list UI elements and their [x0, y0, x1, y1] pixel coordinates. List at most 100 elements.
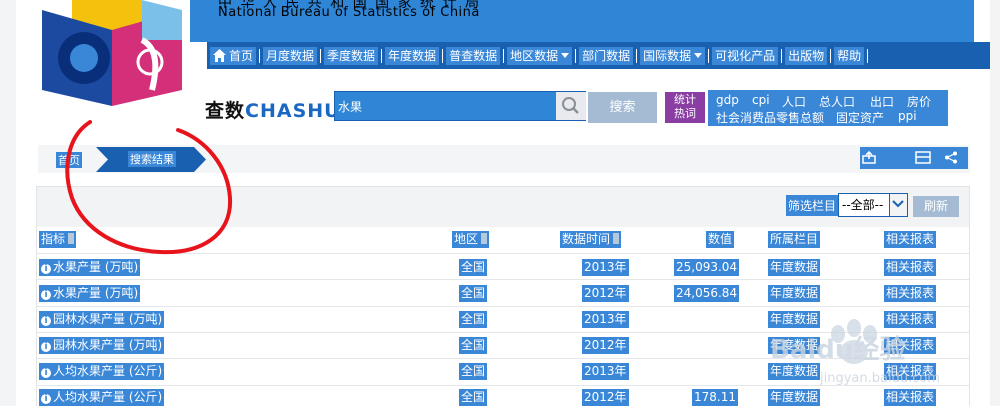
nav-census[interactable]: 普查数据: [446, 46, 501, 65]
info-icon: i: [41, 290, 51, 300]
info-icon: i: [41, 316, 51, 326]
indicator-link[interactable]: i 人均水果产量 (公斤): [39, 363, 165, 380]
nbs-cube-logo[interactable]: [42, 0, 192, 106]
header-label: 数据时间: [562, 232, 611, 246]
info-icon: i: [41, 264, 51, 274]
search-icon: [562, 97, 579, 114]
brand-cn: 查数: [205, 100, 246, 122]
table-row: [37, 253, 969, 280]
sort-icon[interactable]: [68, 233, 75, 244]
nav-annual[interactable]: 年度数据: [385, 46, 440, 65]
hotword-link[interactable]: 房价: [907, 93, 931, 110]
hotword-link[interactable]: 固定资产: [836, 109, 884, 126]
nav-quarterly[interactable]: 季度数据: [324, 46, 379, 65]
search-input[interactable]: 水果: [334, 91, 586, 121]
region-cell: 全国: [459, 311, 488, 328]
region-cell: 全国: [459, 285, 488, 302]
search-icon-button[interactable]: [556, 92, 586, 120]
column-link[interactable]: 年度数据: [768, 311, 821, 328]
nav-visualization[interactable]: 可视化产品: [712, 46, 779, 65]
export-icon[interactable]: [862, 151, 876, 164]
column-link[interactable]: 年度数据: [768, 389, 821, 406]
indicator-link[interactable]: i 园林水果产量 (万吨): [39, 337, 165, 354]
header-label: 指标: [41, 232, 66, 246]
report-link[interactable]: 相关报表: [884, 285, 937, 302]
indicator-name: 水果产量 (万吨): [53, 260, 139, 274]
share-icon[interactable]: [944, 151, 958, 164]
column-link[interactable]: 年度数据: [768, 363, 821, 380]
region-cell: 全国: [459, 337, 488, 354]
home-icon: [213, 49, 226, 62]
indicator-name: 人均水果产量 (公斤): [53, 364, 163, 378]
report-link[interactable]: 相关报表: [884, 389, 937, 406]
header-column: 所属栏目: [768, 231, 821, 248]
region-cell: 全国: [459, 259, 488, 276]
column-link[interactable]: 年度数据: [768, 259, 821, 276]
header-time[interactable]: 数据时间: [560, 231, 622, 248]
report-link[interactable]: 相关报表: [884, 337, 937, 354]
nav-regional[interactable]: 地区数据: [507, 46, 573, 65]
sort-icon[interactable]: [613, 233, 620, 244]
time-cell: 2013年: [582, 259, 629, 276]
time-cell: 2012年: [582, 337, 629, 354]
time-cell: 2012年: [582, 389, 629, 406]
hotword-link[interactable]: 社会消费品零售总额: [716, 109, 824, 126]
nav-home[interactable]: 首页: [210, 46, 257, 65]
hot-line2: 热词: [674, 107, 696, 120]
nav-label: 部门数据: [582, 48, 631, 63]
info-icon: i: [41, 368, 51, 378]
table-row: [37, 332, 969, 359]
nav-label: 出版物: [788, 48, 825, 63]
nav-divider: [442, 48, 444, 63]
indicator-link[interactable]: i 园林水果产量 (万吨): [39, 311, 165, 328]
info-icon: i: [41, 394, 51, 404]
value-cell: 24,056.84: [674, 285, 740, 302]
hotword-link[interactable]: ppi: [898, 109, 917, 123]
nav-label: 年度数据: [388, 48, 437, 63]
indicator-link[interactable]: i 水果产量 (万吨): [39, 259, 141, 276]
search-value: 水果: [338, 100, 363, 114]
hotword-link[interactable]: cpi: [752, 93, 770, 107]
refresh-button[interactable]: 刷新: [913, 196, 959, 217]
nav-divider: [575, 48, 577, 63]
nav-departmental[interactable]: 部门数据: [579, 46, 634, 65]
header-region[interactable]: 地区: [452, 231, 490, 248]
filter-dropdown-toggle[interactable]: [889, 194, 907, 216]
indicator-link[interactable]: i 人均水果产量 (公斤): [39, 389, 165, 406]
header-indicator[interactable]: 指标: [39, 231, 77, 248]
nav-label: 季度数据: [327, 48, 376, 63]
sort-icon[interactable]: [481, 233, 488, 244]
nav-divider: [867, 48, 869, 63]
indicator-name: 水果产量 (万吨): [53, 286, 139, 300]
brand-en: CHASHU: [245, 100, 341, 122]
report-link[interactable]: 相关报表: [884, 311, 937, 328]
hotword-link[interactable]: 总人口: [819, 93, 855, 110]
column-link[interactable]: 年度数据: [768, 285, 821, 302]
hot-words-panel: gdp cpi 人口 总人口 出口 房价 社会消费品零售总额 固定资产 ppi: [708, 90, 948, 126]
nav-monthly[interactable]: 月度数据: [263, 46, 318, 65]
print-icon[interactable]: [914, 151, 932, 164]
report-link[interactable]: 相关报表: [884, 259, 937, 276]
indicator-name: 园林水果产量 (万吨): [53, 338, 163, 352]
nav-divider: [636, 48, 638, 63]
time-cell: 2013年: [582, 311, 629, 328]
nav-international[interactable]: 国际数据: [640, 46, 706, 65]
report-link[interactable]: 相关报表: [884, 363, 937, 380]
indicator-link[interactable]: i 水果产量 (万吨): [39, 285, 141, 302]
breadcrumb-home[interactable]: 首页: [56, 152, 82, 168]
nav-label: 国际数据: [643, 48, 692, 63]
hotword-link[interactable]: 人口: [782, 93, 806, 110]
hot-line1: 统计: [674, 93, 696, 106]
nav-publications[interactable]: 出版物: [785, 46, 828, 65]
site-title-en: National Bureau of Statistics of China: [218, 5, 480, 20]
nav-label: 首页: [229, 48, 254, 63]
hotword-link[interactable]: 出口: [870, 93, 894, 110]
hotword-link[interactable]: gdp: [716, 93, 739, 107]
column-link[interactable]: 年度数据: [768, 337, 821, 354]
chevron-down-icon: [892, 200, 904, 208]
nav-label: 帮助: [837, 48, 862, 63]
search-button[interactable]: 搜索: [588, 92, 657, 123]
left-margin: [0, 0, 16, 406]
nav-divider: [503, 48, 505, 63]
nav-help[interactable]: 帮助: [834, 46, 865, 65]
